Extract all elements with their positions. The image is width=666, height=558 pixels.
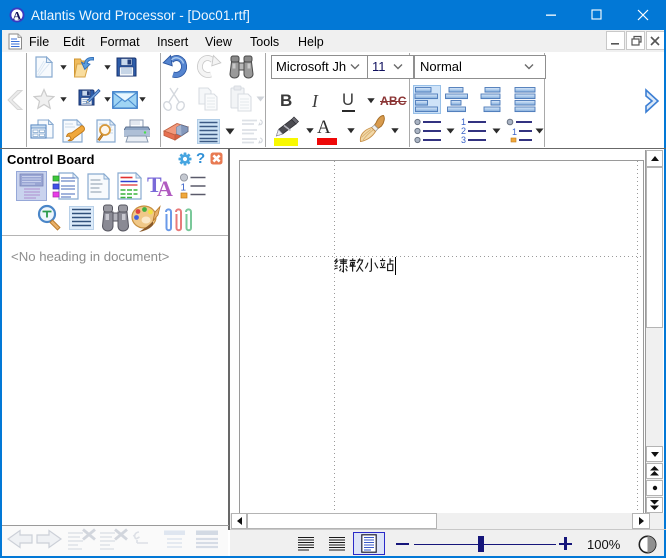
svg-text:3: 3: [461, 135, 466, 145]
svg-text:1: 1: [181, 183, 187, 194]
svg-text:1: 1: [512, 127, 517, 137]
svg-text:A: A: [13, 8, 22, 22]
